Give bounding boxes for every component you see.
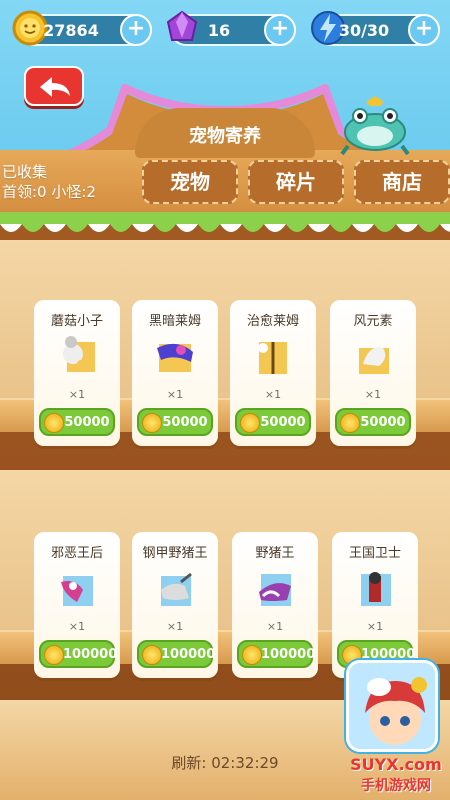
pet-card[interactable]: 邪恶王后 ×1 100000 xyxy=(34,532,120,678)
price-value: 100000 xyxy=(161,647,216,662)
price-value: 100000 xyxy=(261,647,316,662)
puzzle-fragment-icon xyxy=(359,347,389,374)
pet-card[interactable]: 治愈莱姆 ×1 50000 xyxy=(230,300,316,446)
pet-name: 风元素 xyxy=(353,314,393,329)
price-value: 50000 xyxy=(162,415,208,430)
buy-button[interactable]: 100000 xyxy=(237,640,316,668)
coin-icon xyxy=(242,645,262,665)
character-avatar-icon xyxy=(349,663,435,749)
price-value: 50000 xyxy=(360,415,406,430)
buy-button[interactable]: 50000 xyxy=(235,408,311,436)
fragment-count: ×1 xyxy=(166,388,184,401)
gem-value: 16 xyxy=(207,21,231,40)
puzzle-fragment-icon xyxy=(157,343,193,372)
pet-name: 野猪王 xyxy=(255,546,295,561)
collection-label: 已收集 xyxy=(2,163,48,181)
page-title: 宠物寄养 xyxy=(189,126,261,147)
price-value: 100000 xyxy=(63,647,118,662)
collection-counts: 首领:0 小怪:2 xyxy=(2,183,96,201)
price-value: 50000 xyxy=(260,415,306,430)
buy-button[interactable]: 50000 xyxy=(39,408,115,436)
coin-icon xyxy=(44,645,64,665)
buy-button[interactable]: 50000 xyxy=(335,408,411,436)
frog-mascot-icon xyxy=(340,96,410,156)
pet-name: 治愈莱姆 xyxy=(246,314,299,329)
pet-card[interactable]: 王国卫士 ×1 100000 xyxy=(332,532,418,678)
pet-name: 蘑菇小子 xyxy=(50,314,103,329)
gem-counter: 16 + xyxy=(166,10,296,46)
title-plate: 宠物寄养 xyxy=(135,108,315,158)
puzzle-fragment-icon xyxy=(61,576,93,606)
pet-card[interactable]: 蘑菇小子 ×1 50000 xyxy=(34,300,120,446)
fragment-count: ×1 xyxy=(266,620,284,633)
buy-button[interactable]: 100000 xyxy=(39,640,118,668)
fragment-count: ×1 xyxy=(166,620,184,633)
pet-name: 黑暗莱姆 xyxy=(148,314,201,329)
puzzle-fragment-icon xyxy=(361,572,391,606)
fragment-count: ×1 xyxy=(364,388,382,401)
pet-name: 钢甲野猪王 xyxy=(142,546,208,561)
price-value: 50000 xyxy=(64,415,110,430)
pet-card[interactable]: 黑暗莱姆 ×1 50000 xyxy=(132,300,218,446)
tab-shop[interactable]: 商店 xyxy=(354,160,450,204)
buy-button[interactable]: 50000 xyxy=(137,408,213,436)
coin-icon xyxy=(44,413,64,433)
watermark-app-icon xyxy=(346,660,438,752)
puzzle-fragment-icon xyxy=(63,336,95,372)
energy-counter: 30/30 + xyxy=(311,11,440,46)
coin-icon xyxy=(142,413,162,433)
pet-name: 王国卫士 xyxy=(348,546,401,561)
coin-counter: 27864 + xyxy=(12,10,152,46)
pet-card[interactable]: 野猪王 ×1 100000 xyxy=(232,532,318,678)
coin-icon xyxy=(142,645,162,665)
watermark-text: SUYX.com xyxy=(350,755,442,774)
fragment-count: ×1 xyxy=(68,620,86,633)
fragment-count: ×1 xyxy=(68,388,86,401)
tab-pets[interactable]: 宠物 xyxy=(142,160,238,204)
add-coins-button[interactable]: + xyxy=(120,14,152,46)
fragment-count: ×1 xyxy=(366,620,384,633)
tab-fragments[interactable]: 碎片 xyxy=(248,160,344,204)
pet-name: 邪恶王后 xyxy=(50,546,103,561)
coin-icon xyxy=(240,413,260,433)
add-gems-button[interactable]: + xyxy=(264,14,296,46)
add-energy-button[interactable]: + xyxy=(408,14,440,46)
watermark-subtext: 手机游戏网 xyxy=(361,778,431,794)
awning-scallops xyxy=(0,212,450,232)
coin-value: 27864 xyxy=(43,21,99,40)
pet-card[interactable]: 钢甲野猪王 ×1 100000 xyxy=(132,532,218,678)
coin-icon xyxy=(340,413,360,433)
fragment-count: ×1 xyxy=(264,388,282,401)
buy-button[interactable]: 100000 xyxy=(137,640,216,668)
energy-value: 30/30 xyxy=(338,21,390,40)
puzzle-fragment-icon xyxy=(258,342,287,374)
puzzle-fragment-icon xyxy=(161,572,192,606)
pet-card[interactable]: 风元素 ×1 50000 xyxy=(330,300,416,446)
puzzle-fragment-icon xyxy=(259,574,291,606)
collection-info: 已收集 首领:0 小怪:2 xyxy=(2,162,96,202)
